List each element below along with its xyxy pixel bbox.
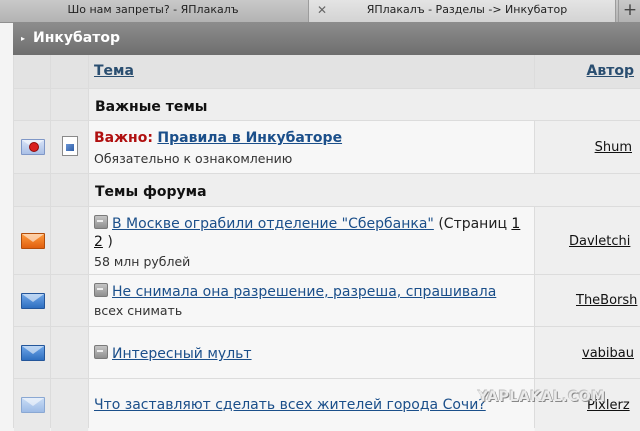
topic-title-line: Что заставляют сделать всех жителей горо… [94,397,486,413]
column-header-author[interactable]: Автор [587,63,634,79]
author-link[interactable]: vabibau [582,346,634,361]
close-tab-icon[interactable]: ✕ [317,0,327,20]
topic-link[interactable]: Интересный мульт [112,346,252,362]
read-envelope-icon [21,397,45,413]
hot-topic-envelope-icon [21,233,45,249]
topic-link[interactable]: В Москве ограбили отделение "Сбербанка" [112,216,434,232]
author-link[interactable]: TheBorsh [576,293,637,308]
topic-description: всех снимать [94,303,183,318]
topic-link[interactable]: Правила в Инкубаторе [157,130,342,146]
section-row-forum: Темы форума [13,174,640,206]
author-link[interactable]: Davletchi [569,234,630,249]
tab-title: ЯПлакалъ - Разделы -> Инкубатор [366,3,568,16]
browser-tab-1[interactable]: Шо нам запреты? - ЯПлакалъ [0,0,306,22]
browser-tab-2-active[interactable]: ✕ ЯПлакалъ - Разделы -> Инкубатор [308,0,616,22]
arrow-right-icon: ▸ [21,34,26,43]
topic-link[interactable]: Не снимала она разрешение, разреша, спра… [112,284,496,300]
topic-bullet-icon [94,345,108,359]
topic-description: Обязательно к ознакомлению [94,151,293,166]
section-title: Темы форума [95,184,207,200]
topic-link[interactable]: Что заставляют сделать всех жителей горо… [94,397,486,413]
table-header-row: Тема Автор [13,55,640,88]
pages-close: ) [107,234,113,250]
table-row-pinned: Важно: Правила в Инкубаторе Обязательно … [13,121,640,173]
document-icon [62,136,78,156]
topic-table: Тема Автор Важные темы Важно: Правила в … [13,55,640,431]
table-row: Интересный мульт vabibau [13,327,640,378]
pinned-envelope-icon [21,139,45,155]
topic-pages-line: 2 ) [94,234,113,250]
topic-title-line: Не снимала она разрешение, разреша, спра… [94,283,496,300]
topic-title-line: В Москве ограбили отделение "Сбербанка" … [94,215,520,232]
browser-tab-bar: Шо нам запреты? - ЯПлакалъ ✕ ЯПлакалъ - … [0,0,640,23]
new-posts-envelope-icon [21,293,45,309]
topic-description: 58 млн рублей [94,254,191,269]
topic-title-line: Интересный мульт [94,345,252,362]
page-link-1[interactable]: 1 [511,216,520,232]
forum-title: Инкубатор [33,30,120,46]
tab-title: Шо нам запреты? - ЯПлакалъ [67,3,239,16]
pages-label: (Страниц [438,216,507,232]
page-link-2[interactable]: 2 [94,234,103,250]
table-row: Не снимала она разрешение, разреша, спра… [13,275,640,326]
important-label: Важно: [94,130,153,146]
forum-header: ▸ Инкубатор [13,22,640,55]
topic-bullet-icon [94,283,108,297]
table-row: Что заставляют сделать всех жителей горо… [13,379,640,431]
new-posts-envelope-icon [21,345,45,361]
new-tab-button[interactable]: + [618,0,640,22]
site-watermark: YAPLAKAL.COM [478,389,606,405]
section-row-important: Важные темы [13,89,640,120]
author-link[interactable]: Shum [595,140,632,155]
topic-title-line: Важно: Правила в Инкубаторе [94,130,342,146]
column-header-topic[interactable]: Тема [94,63,134,79]
table-row: В Москве ограбили отделение "Сбербанка" … [13,207,640,274]
section-title: Важные темы [95,99,208,115]
topic-bullet-icon [94,215,108,229]
